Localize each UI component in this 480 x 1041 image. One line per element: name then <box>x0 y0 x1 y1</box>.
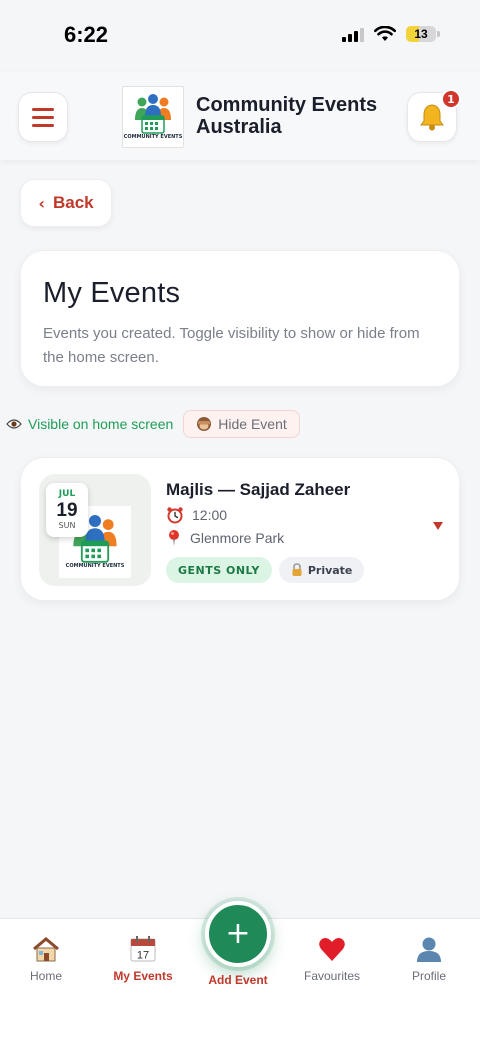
event-logo-caption: COMMUNITY EVENTS <box>65 563 125 569</box>
notifications-button[interactable]: 1 <box>407 89 461 142</box>
hide-event-label: Hide Event <box>218 416 287 432</box>
nav-label-profile: Profile <box>411 969 446 983</box>
intro-card: My Events Events you created. Toggle vis… <box>20 250 460 387</box>
bottom-nav: Home 17 My Events + Add Event Favourites <box>0 901 480 1041</box>
signal-icon <box>342 26 364 42</box>
person-icon <box>415 935 443 963</box>
house-icon <box>32 935 60 963</box>
add-event-button[interactable]: + Add Event <box>205 901 271 987</box>
community-logo-icon <box>135 94 171 134</box>
bell-icon <box>420 104 444 131</box>
status-time: 6:22 <box>64 22 109 47</box>
privacy-tag: Private <box>278 557 365 583</box>
event-tags: GENTS ONLY Private <box>166 557 365 583</box>
page-description: Events you created. Toggle visibility to… <box>43 325 420 366</box>
nav-item-my-events[interactable]: 17 My Events <box>95 935 191 983</box>
event-thumbnail: COMMUNITY EVENTS JUL 19 SUN <box>39 474 151 586</box>
add-event-label: Add Event <box>208 973 268 987</box>
nav-item-favourites[interactable]: Favourites <box>284 935 380 983</box>
app-header: COMMUNITY EVENTS Community Events Austra… <box>0 72 480 160</box>
date-weekday: SUN <box>58 521 76 530</box>
expand-caret-icon[interactable] <box>433 522 443 530</box>
date-day: 19 <box>56 500 78 521</box>
eye-icon <box>6 419 22 429</box>
privacy-tag-label: Private <box>307 563 353 577</box>
page-title: My Events <box>43 277 181 309</box>
wifi-icon <box>374 26 396 41</box>
notification-badge: 1 <box>441 89 461 109</box>
app-title: Community Events Australia <box>196 94 378 138</box>
back-label: Back <box>52 193 94 212</box>
hide-event-button[interactable]: Hide Event <box>183 410 300 438</box>
event-time-label: 12:00 <box>192 507 228 523</box>
alarm-clock-icon <box>167 507 183 524</box>
date-badge: JUL 19 SUN <box>46 483 88 537</box>
status-icons: 13 <box>342 26 440 42</box>
calendar-icon: 17 <box>129 935 157 963</box>
nav-label-home: Home <box>29 969 62 983</box>
calendar-day: 17 <box>137 950 149 962</box>
event-card[interactable]: COMMUNITY EVENTS JUL 19 SUN Majlis — Saj… <box>20 457 460 601</box>
menu-button[interactable] <box>18 92 68 142</box>
chevron-left-icon: ‹ <box>38 193 45 213</box>
visibility-status: Visible on home screen <box>6 416 173 432</box>
visibility-row: Visible on home screen Hide Event <box>6 409 300 439</box>
nav-label-my-events: My Events <box>113 969 173 983</box>
app-logo[interactable]: COMMUNITY EVENTS <box>122 86 184 148</box>
heart-icon <box>318 935 346 963</box>
battery-icon: 13 <box>406 26 436 42</box>
nav-label-favourites: Favourites <box>303 969 361 983</box>
back-button[interactable]: ‹ Back <box>20 179 112 227</box>
lock-icon <box>292 563 302 576</box>
plus-icon: + <box>205 901 271 967</box>
battery-level: 13 <box>414 27 428 41</box>
event-location: Glenmore Park <box>166 529 284 547</box>
visibility-status-label: Visible on home screen <box>28 416 174 432</box>
nav-item-home[interactable]: Home <box>0 935 94 983</box>
see-no-evil-monkey-icon <box>197 417 212 431</box>
audience-tag: GENTS ONLY <box>166 557 272 583</box>
event-location-label: Glenmore Park <box>190 530 285 546</box>
event-title: Majlis — Sajjad Zaheer <box>166 480 351 499</box>
status-bar: 6:22 13 <box>0 0 480 72</box>
event-time: 12:00 <box>166 506 227 524</box>
date-month: JUL <box>58 489 76 499</box>
logo-caption: COMMUNITY EVENTS <box>123 134 183 140</box>
nav-item-profile[interactable]: Profile <box>381 935 477 983</box>
map-pin-icon <box>169 530 179 546</box>
